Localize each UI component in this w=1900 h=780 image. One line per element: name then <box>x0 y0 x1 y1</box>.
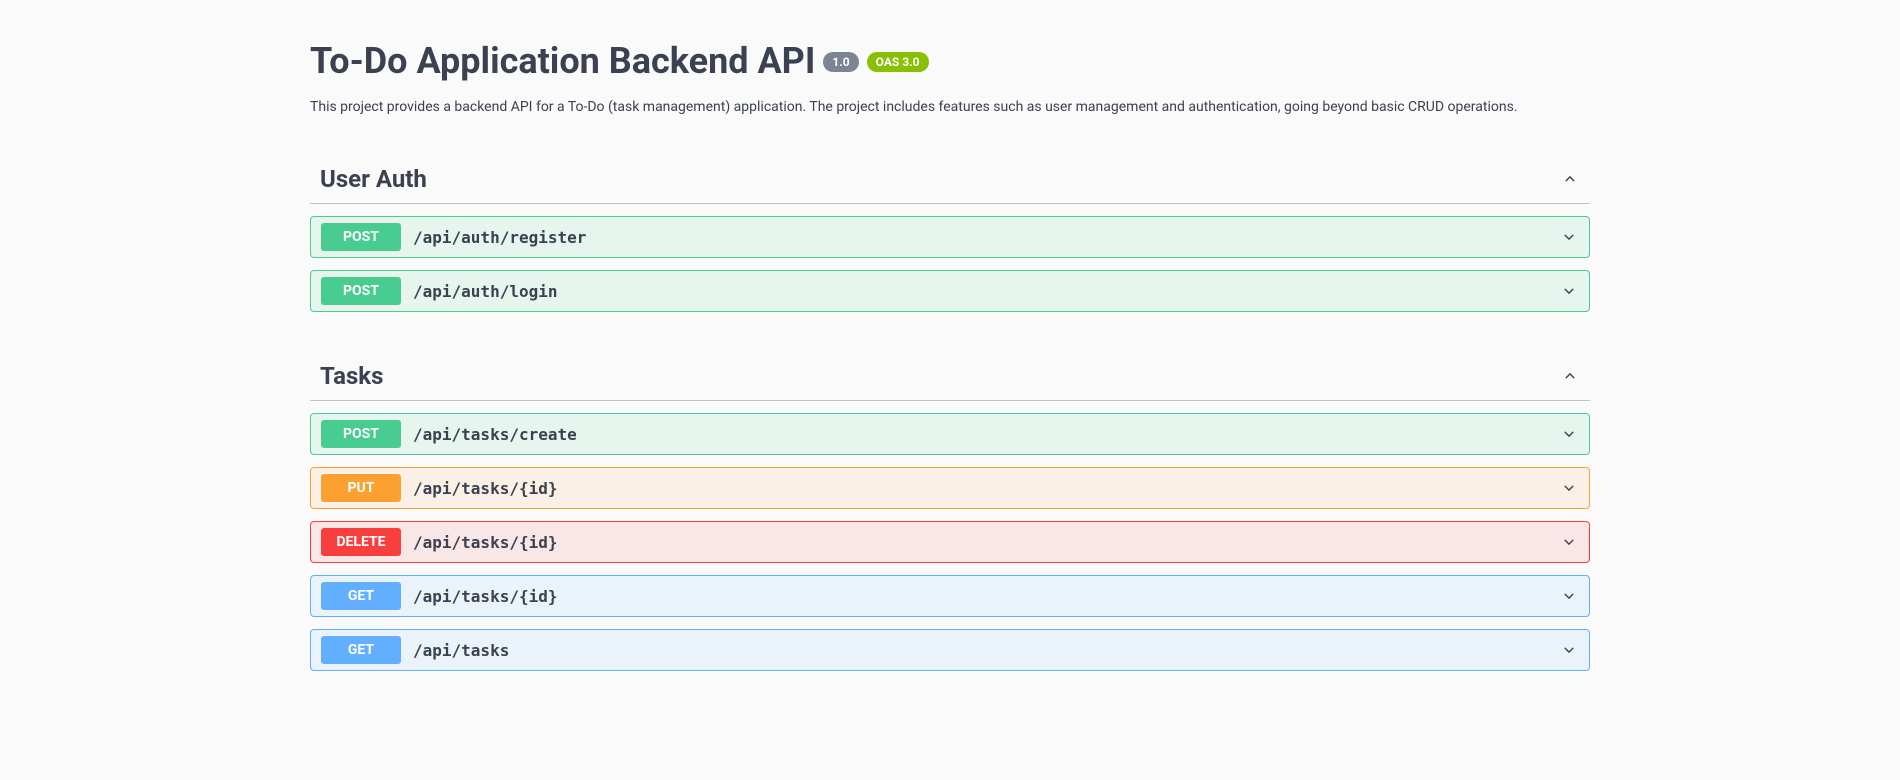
section-header-user-auth[interactable]: User Auth <box>310 155 1590 204</box>
chevron-down-icon <box>1559 640 1579 660</box>
method-badge: POST <box>321 223 401 251</box>
chevron-down-icon <box>1559 281 1579 301</box>
operation-path: /api/tasks/{id} <box>413 533 558 552</box>
section-title: User Auth <box>310 165 427 193</box>
operation-row[interactable]: POST /api/auth/login <box>310 270 1590 312</box>
method-badge: PUT <box>321 474 401 502</box>
operation-row[interactable]: GET /api/tasks <box>310 629 1590 671</box>
chevron-up-icon <box>1560 366 1580 386</box>
section-title: Tasks <box>310 362 383 390</box>
operations-list: POST /api/auth/register POST /api/auth/l… <box>310 216 1590 312</box>
operation-left: GET /api/tasks <box>321 636 509 664</box>
operation-left: PUT /api/tasks/{id} <box>321 474 558 502</box>
version-badge: 1.0 <box>823 52 858 72</box>
operation-row[interactable]: GET /api/tasks/{id} <box>310 575 1590 617</box>
operation-left: POST /api/tasks/create <box>321 420 577 448</box>
title-row: To-Do Application Backend API 1.0 OAS 3.… <box>310 40 1590 83</box>
section-tasks: Tasks POST /api/tasks/create PUT /api/ta… <box>310 352 1590 671</box>
operation-left: DELETE /api/tasks/{id} <box>321 528 558 556</box>
api-description: This project provides a backend API for … <box>310 99 1590 115</box>
oas-badge: OAS 3.0 <box>867 52 929 72</box>
chevron-down-icon <box>1559 532 1579 552</box>
operation-path: /api/auth/register <box>413 228 586 247</box>
operation-left: POST /api/auth/login <box>321 277 558 305</box>
operation-path: /api/auth/login <box>413 282 558 301</box>
chevron-down-icon <box>1559 227 1579 247</box>
operation-row[interactable]: POST /api/auth/register <box>310 216 1590 258</box>
operation-left: POST /api/auth/register <box>321 223 586 251</box>
method-badge: GET <box>321 636 401 664</box>
section-user-auth: User Auth POST /api/auth/register POST /… <box>310 155 1590 312</box>
chevron-down-icon <box>1559 424 1579 444</box>
method-badge: DELETE <box>321 528 401 556</box>
method-badge: GET <box>321 582 401 610</box>
operation-row[interactable]: PUT /api/tasks/{id} <box>310 467 1590 509</box>
operation-path: /api/tasks/{id} <box>413 587 558 606</box>
operations-list: POST /api/tasks/create PUT /api/tasks/{i… <box>310 413 1590 671</box>
operation-path: /api/tasks <box>413 641 509 660</box>
operation-path: /api/tasks/create <box>413 425 577 444</box>
operation-path: /api/tasks/{id} <box>413 479 558 498</box>
method-badge: POST <box>321 420 401 448</box>
operation-row[interactable]: POST /api/tasks/create <box>310 413 1590 455</box>
method-badge: POST <box>321 277 401 305</box>
api-title: To-Do Application Backend API <box>310 40 815 83</box>
operation-left: GET /api/tasks/{id} <box>321 582 558 610</box>
api-header: To-Do Application Backend API 1.0 OAS 3.… <box>310 40 1590 115</box>
operation-row[interactable]: DELETE /api/tasks/{id} <box>310 521 1590 563</box>
page-container: To-Do Application Backend API 1.0 OAS 3.… <box>290 40 1610 671</box>
chevron-up-icon <box>1560 169 1580 189</box>
chevron-down-icon <box>1559 478 1579 498</box>
chevron-down-icon <box>1559 586 1579 606</box>
section-header-tasks[interactable]: Tasks <box>310 352 1590 401</box>
